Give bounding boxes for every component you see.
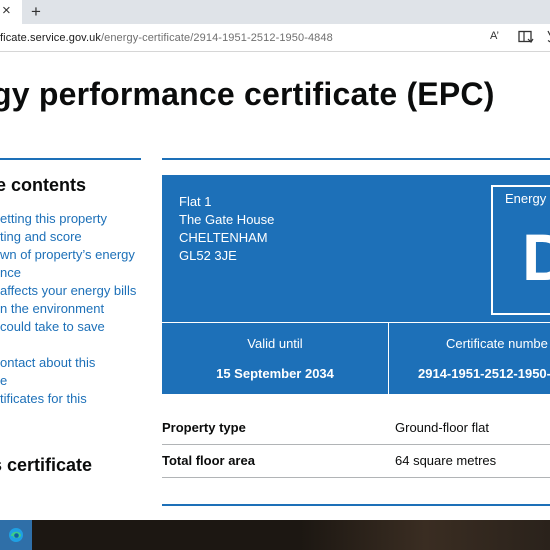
- contents-item[interactable]: could take to save: [0, 318, 136, 336]
- address-line: CHELTENHAM: [179, 230, 268, 245]
- energy-rating-box: Energy D: [491, 185, 550, 315]
- address-line: Flat 1: [179, 194, 212, 209]
- address-bar[interactable]: ficate.service.gov.uk/energy-certificate…: [0, 24, 550, 52]
- contents-link[interactable]: ontact about this: [0, 355, 95, 370]
- contents-divider: [0, 158, 141, 160]
- contents-item[interactable]: [0, 336, 136, 354]
- contents-item[interactable]: ontact about this: [0, 354, 136, 372]
- url-host: ficate.service.gov.uk: [0, 32, 101, 44]
- address-line: GL52 3JE: [179, 248, 237, 263]
- contents-list: etting this property ting and score wn o…: [0, 210, 136, 408]
- contents-link[interactable]: could take to save: [0, 319, 105, 334]
- contents-link[interactable]: tificates for this: [0, 391, 87, 406]
- contents-item[interactable]: affects your energy bills: [0, 282, 136, 300]
- tab-strip: × +: [0, 0, 550, 24]
- valid-until-value: 15 September 2034: [216, 366, 334, 381]
- contents-link[interactable]: [0, 337, 4, 352]
- contents-link[interactable]: etting this property: [0, 211, 107, 226]
- close-tab-icon[interactable]: ×: [2, 2, 11, 20]
- summary-key: Total floor area: [162, 453, 255, 468]
- contents-link[interactable]: wn of property’s energy: [0, 247, 135, 262]
- edge-taskbar-button[interactable]: [0, 520, 32, 550]
- contents-heading: e contents: [0, 175, 87, 195]
- property-address: Flat 1 The Gate House CHELTENHAM GL52 3J…: [179, 193, 274, 265]
- favorites-icon[interactable]: [541, 29, 550, 45]
- contents-item[interactable]: e: [0, 372, 136, 390]
- page-content: gy performance certificate (EPC) e conte…: [0, 52, 550, 520]
- summary-row-floor-area: Total floor area 64 square metres: [162, 444, 550, 478]
- url-path: /energy-certificate/2914-1951-2512-1950-…: [100, 32, 333, 44]
- contents-item[interactable]: n the environment: [0, 300, 136, 318]
- read-aloud-icon[interactable]: A’: [490, 30, 506, 44]
- summary-value: 64 square metres: [395, 453, 497, 468]
- certificate-divider: [162, 158, 550, 160]
- contents-link[interactable]: ting and score: [0, 229, 82, 244]
- url-text[interactable]: ficate.service.gov.uk/energy-certificate…: [0, 32, 333, 44]
- valid-until-label: Valid until: [247, 336, 303, 351]
- panel-column-divider: [388, 322, 389, 394]
- address-line: The Gate House: [179, 212, 275, 227]
- summary-row-property-type: Property type Ground-floor flat: [162, 411, 550, 445]
- section-divider: [162, 504, 550, 506]
- contents-link[interactable]: affects your energy bills: [0, 283, 136, 298]
- taskbar-background: [300, 520, 550, 550]
- panel-divider: [162, 322, 550, 323]
- energy-rating-letter: D: [522, 220, 550, 294]
- edge-browser-icon: [9, 528, 23, 542]
- contents-item[interactable]: nce: [0, 264, 136, 282]
- contents-item[interactable]: wn of property’s energy: [0, 246, 136, 264]
- contents-item[interactable]: etting this property: [0, 210, 136, 228]
- summary-key: Property type: [162, 420, 246, 435]
- contents-item[interactable]: ting and score: [0, 228, 136, 246]
- new-tab-button[interactable]: +: [29, 1, 43, 23]
- contents-link[interactable]: n the environment: [0, 301, 104, 316]
- certificate-number-value: 2914-1951-2512-1950-: [418, 366, 550, 381]
- page-title: gy performance certificate (EPC): [0, 76, 495, 112]
- epc-summary-panel: Flat 1 The Gate House CHELTENHAM GL52 3J…: [162, 175, 550, 394]
- browser-tab[interactable]: ×: [0, 0, 22, 24]
- summary-value: Ground-floor flat: [395, 420, 489, 435]
- contents-link[interactable]: e: [0, 373, 7, 388]
- share-certificate-heading: s certificate: [0, 455, 93, 475]
- contents-link[interactable]: nce: [0, 265, 21, 280]
- immersive-reader-icon[interactable]: [518, 30, 534, 44]
- contents-item[interactable]: tificates for this: [0, 390, 136, 408]
- certificate-number-label: Certificate numbe: [446, 336, 548, 351]
- energy-rating-label: Energy: [505, 191, 547, 206]
